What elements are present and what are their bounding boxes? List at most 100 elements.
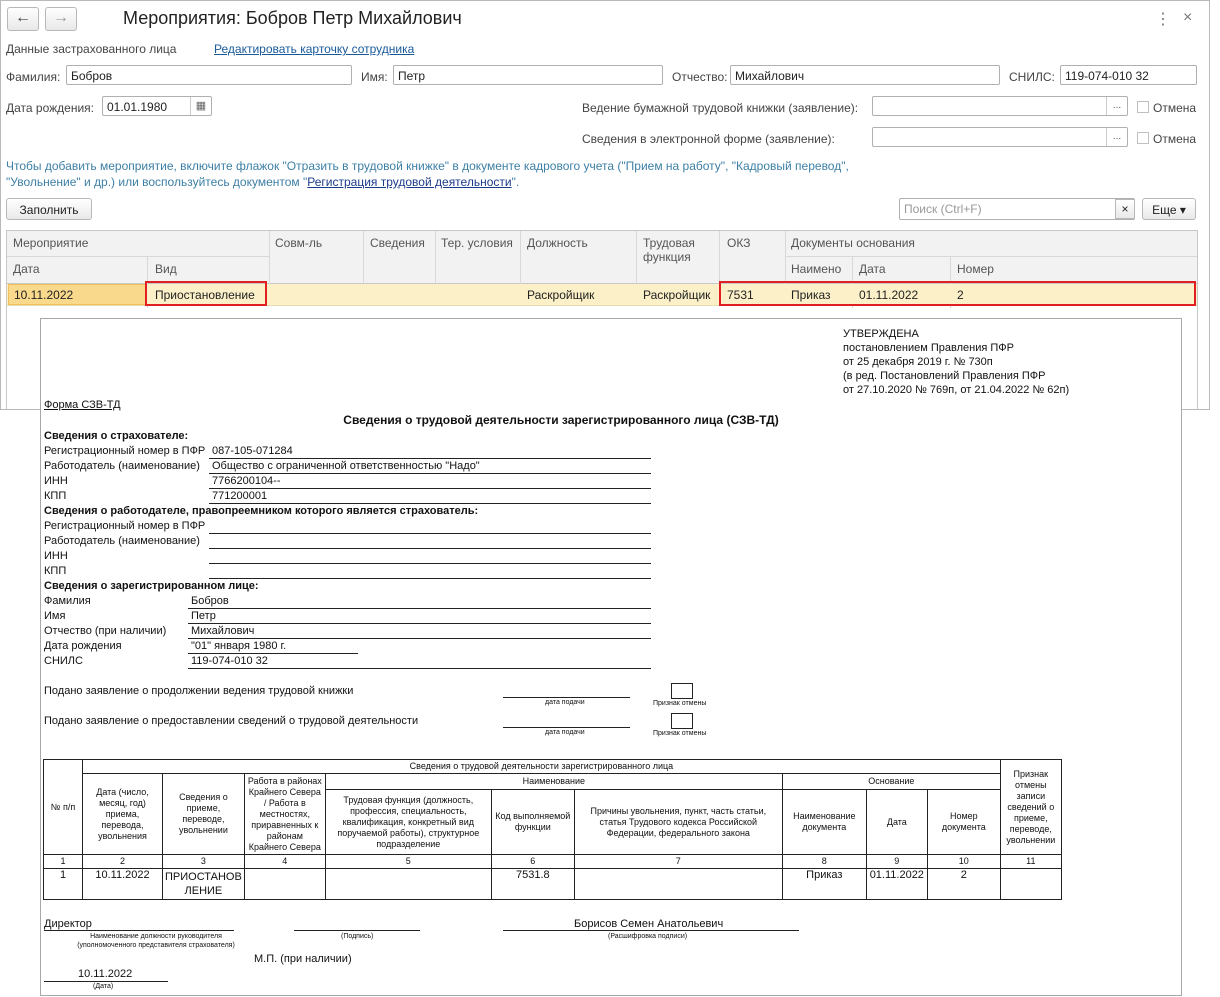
electronic-cancel-checkbox[interactable] bbox=[1137, 132, 1149, 144]
table-top-header: Сведения о трудовой деятельности зарегис… bbox=[82, 759, 1001, 774]
col-number: 3 bbox=[162, 854, 245, 869]
select-button[interactable]: ... bbox=[1106, 128, 1127, 146]
birth-date-value: 01.01.1980 bbox=[107, 100, 168, 114]
hint-text-end: ". bbox=[511, 175, 520, 189]
col-north: Работа в районах Крайнего Севера / Работ… bbox=[243, 773, 326, 855]
approved-line: УТВЕРЖДЕНА bbox=[843, 328, 919, 340]
fill-button[interactable]: Заполнить bbox=[6, 198, 92, 220]
cancel-sign-caption: Признак отмены bbox=[653, 700, 707, 707]
surname-label: Фамилия: bbox=[6, 70, 61, 84]
successor-reg-label: Регистрационный номер в ПФР bbox=[44, 520, 206, 532]
row-cell: 01.11.2022 bbox=[865, 868, 928, 900]
row-date: 10.11.2022 bbox=[14, 288, 74, 302]
row-cell: ПРИОСТАНОВ ЛЕНИЕ bbox=[162, 868, 245, 900]
col-docs[interactable]: Документы основания bbox=[791, 236, 915, 250]
more-button[interactable]: Еще ▾ bbox=[1142, 198, 1196, 220]
statement-info-label: Подано заявление о предоставлении сведен… bbox=[44, 715, 419, 727]
col-code: Код выполняемой функции bbox=[490, 789, 575, 855]
forward-button[interactable]: → bbox=[45, 7, 77, 31]
inn-label: ИНН bbox=[44, 475, 68, 487]
row-cell: 2 bbox=[926, 868, 1001, 900]
signature-caption: (Подпись) bbox=[341, 933, 374, 940]
highlight-box bbox=[145, 281, 267, 306]
col-event[interactable]: Мероприятие bbox=[13, 236, 88, 250]
highlight-box bbox=[719, 281, 1196, 306]
col-terr[interactable]: Тер. условия bbox=[441, 236, 513, 250]
electronic-label: Сведения в электронной форме (заявление)… bbox=[582, 132, 835, 146]
activity-table: № п/п Сведения о трудовой деятельности з… bbox=[43, 759, 1062, 900]
person-birth-label: Дата рождения bbox=[44, 640, 122, 652]
successor-header: Сведения о работодателе, правопреемником… bbox=[44, 505, 479, 517]
row-cell: Приказ bbox=[781, 868, 867, 900]
row-cell bbox=[243, 868, 326, 900]
approved-line: (в ред. Постановлений Правления ПФР bbox=[843, 370, 1046, 382]
window-title: Мероприятия: Бобров Петр Михайлович bbox=[123, 8, 462, 28]
col-number: 8 bbox=[781, 854, 867, 869]
snils-field[interactable]: 119-074-010 32 bbox=[1060, 65, 1197, 85]
col-number: 11 bbox=[999, 854, 1062, 869]
col-okz[interactable]: ОКЗ bbox=[727, 236, 750, 250]
clear-search-icon[interactable]: × bbox=[1115, 199, 1135, 219]
electronic-field[interactable]: ... bbox=[872, 127, 1128, 147]
paper-book-cancel-checkbox[interactable] bbox=[1137, 101, 1149, 113]
insurer-header: Сведения о страхователе: bbox=[44, 430, 189, 442]
name-field[interactable]: Петр bbox=[393, 65, 663, 85]
col-info: Сведения о приеме, переводе, увольнении bbox=[162, 773, 245, 855]
col-number: 6 bbox=[490, 854, 575, 869]
person-patronymic-value: Михайлович bbox=[191, 625, 255, 637]
arrow-left-icon: ← bbox=[15, 9, 31, 26]
stamp-label: М.П. (при наличии) bbox=[254, 953, 352, 965]
kpp-label: КПП bbox=[44, 490, 67, 502]
patronymic-label: Отчество: bbox=[672, 70, 728, 84]
calendar-icon[interactable]: ▦ bbox=[190, 97, 211, 115]
employer-value: Общество с ограниченной ответственностью… bbox=[212, 460, 480, 472]
director-caption: Наименование должности руководителя (упо… bbox=[77, 933, 235, 949]
birth-date-label: Дата рождения: bbox=[6, 101, 94, 115]
registration-doc-link[interactable]: Регистрация трудовой деятельности bbox=[307, 175, 511, 189]
col-info[interactable]: Сведения bbox=[370, 236, 425, 250]
col-number: 10 bbox=[926, 854, 1001, 869]
cancel-sign-caption: Признак отмены bbox=[653, 730, 707, 737]
col-function[interactable]: Трудовая функция bbox=[643, 236, 713, 264]
patronymic-field[interactable]: Михайлович bbox=[730, 65, 1000, 85]
paper-book-field[interactable]: ... bbox=[872, 96, 1128, 116]
col-doc-number[interactable]: Номер bbox=[957, 262, 994, 276]
back-button[interactable]: ← bbox=[7, 7, 39, 31]
birth-date-field[interactable]: 01.01.1980 ▦ bbox=[102, 96, 212, 116]
person-patronymic-label: Отчество (при наличии) bbox=[44, 625, 167, 637]
surname-field[interactable]: Бобров bbox=[66, 65, 352, 85]
col-doc-name[interactable]: Наимено bbox=[791, 262, 841, 276]
person-snils-label: СНИЛС bbox=[44, 655, 83, 667]
cancel-sign-box bbox=[671, 713, 693, 729]
reg-number-value: 087-105-071284 bbox=[212, 445, 293, 457]
row-cell bbox=[573, 868, 783, 900]
search-input[interactable]: Поиск (Ctrl+F) bbox=[899, 198, 1135, 220]
col-combo[interactable]: Совм-ль bbox=[275, 236, 322, 250]
col-number: 7 bbox=[573, 854, 783, 869]
name-group-header: Наименование bbox=[324, 773, 783, 790]
row-cell bbox=[999, 868, 1062, 900]
col-docnum: Номер документа bbox=[926, 789, 1001, 855]
col-docdate: Дата bbox=[865, 789, 928, 855]
date-caption: (Дата) bbox=[93, 983, 114, 990]
col-date[interactable]: Дата bbox=[13, 262, 40, 276]
more-menu-icon[interactable]: ⋮ bbox=[1155, 9, 1171, 29]
select-button[interactable]: ... bbox=[1106, 97, 1127, 115]
col-doc-date[interactable]: Дата bbox=[859, 262, 886, 276]
signer-caption: (Расшифровка подписи) bbox=[608, 933, 688, 940]
col-position[interactable]: Должность bbox=[527, 236, 588, 250]
basis-group-header: Основание bbox=[781, 773, 1001, 790]
person-birth-value: "01" января 1980 г. bbox=[191, 640, 287, 652]
edit-employee-link[interactable]: Редактировать карточку сотрудника bbox=[214, 42, 414, 56]
close-icon[interactable]: × bbox=[1183, 9, 1192, 27]
person-surname-value: Бобров bbox=[191, 595, 229, 607]
electronic-cancel-label: Отмена bbox=[1153, 132, 1197, 146]
col-function: Трудовая функция (должность, профессия, … bbox=[324, 789, 492, 855]
table-header bbox=[7, 231, 1197, 283]
arrow-right-icon: → bbox=[53, 9, 69, 26]
employer-label: Работодатель (наименование) bbox=[44, 460, 200, 472]
row-cell: 7531.8 bbox=[490, 868, 575, 900]
col-kind[interactable]: Вид bbox=[155, 262, 177, 276]
row-cell: 1 bbox=[43, 868, 83, 900]
col-cancel: Признак отмены записи сведений о приеме,… bbox=[999, 759, 1062, 855]
